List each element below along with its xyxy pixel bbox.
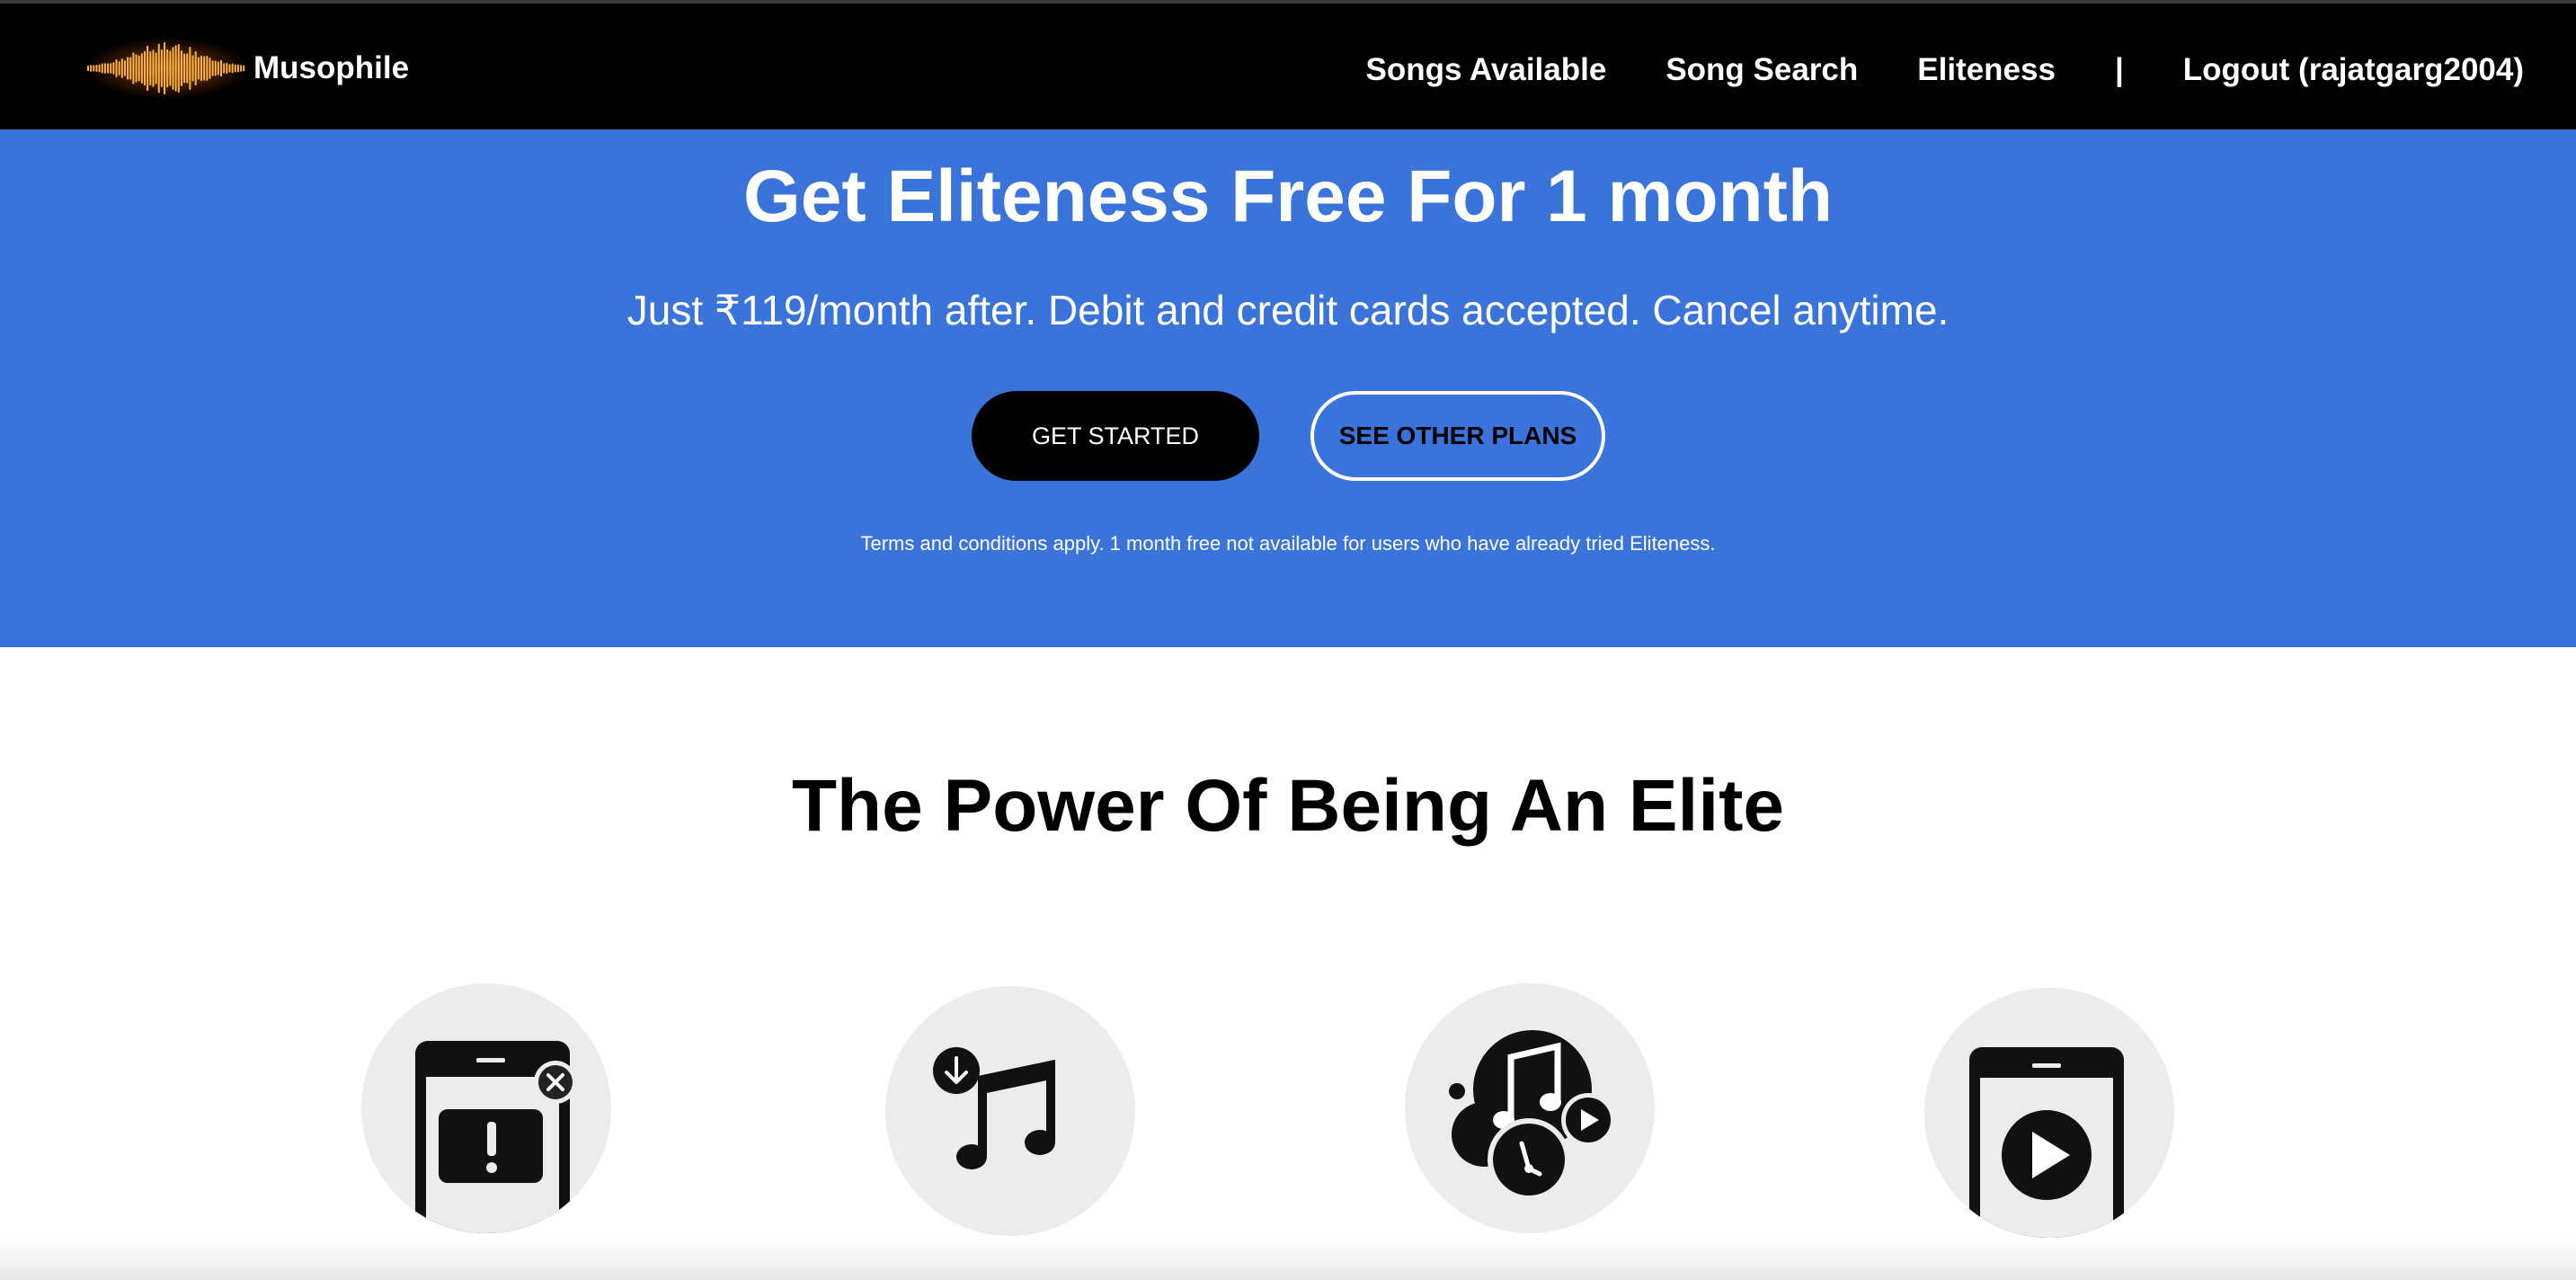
feature-no-ads <box>361 983 611 1233</box>
nav-separator: | <box>2114 52 2124 87</box>
sound-wave-logo-icon <box>84 38 250 99</box>
feature-download-music <box>885 986 1135 1236</box>
download-music-icon <box>933 1047 1055 1169</box>
no-ads-phone-icon <box>415 1041 577 1233</box>
nav-songs-available[interactable]: Songs Available <box>1366 52 1607 88</box>
nav-links: Songs Available Song Search Eliteness | … <box>1307 7 2524 133</box>
nav-eliteness[interactable]: Eliteness <box>1917 52 2056 88</box>
play-any-song-icon <box>1449 1030 1615 1201</box>
logout-link[interactable]: Logout (rajatgarg2004) <box>2183 52 2524 88</box>
hero-subtitle: Just ₹119/month after. Debit and credit … <box>626 287 1950 333</box>
brand-link[interactable]: Musophile <box>83 36 409 101</box>
see-other-plans-button[interactable]: SEE OTHER PLANS <box>1310 391 1605 481</box>
navbar: Musophile Songs Available Song Search El… <box>0 4 2576 129</box>
nav-song-search[interactable]: Song Search <box>1666 52 1858 88</box>
get-started-button[interactable]: GET STARTED <box>972 391 1259 481</box>
hero-title: Get Eliteness Free For 1 month <box>742 156 1834 237</box>
terms-text: Terms and conditions apply. 1 month free… <box>860 532 1716 555</box>
phone-play-icon <box>1969 1047 2124 1238</box>
feature-phone-play <box>1924 988 2174 1238</box>
feature-play-any-song <box>1405 983 1655 1233</box>
brand-name: Musophile <box>253 50 410 85</box>
bottom-shade <box>0 1240 2576 1280</box>
hero-banner: Get Eliteness Free For 1 month Just ₹119… <box>0 129 2576 647</box>
features-title: The Power Of Being An Elite <box>791 765 1785 847</box>
